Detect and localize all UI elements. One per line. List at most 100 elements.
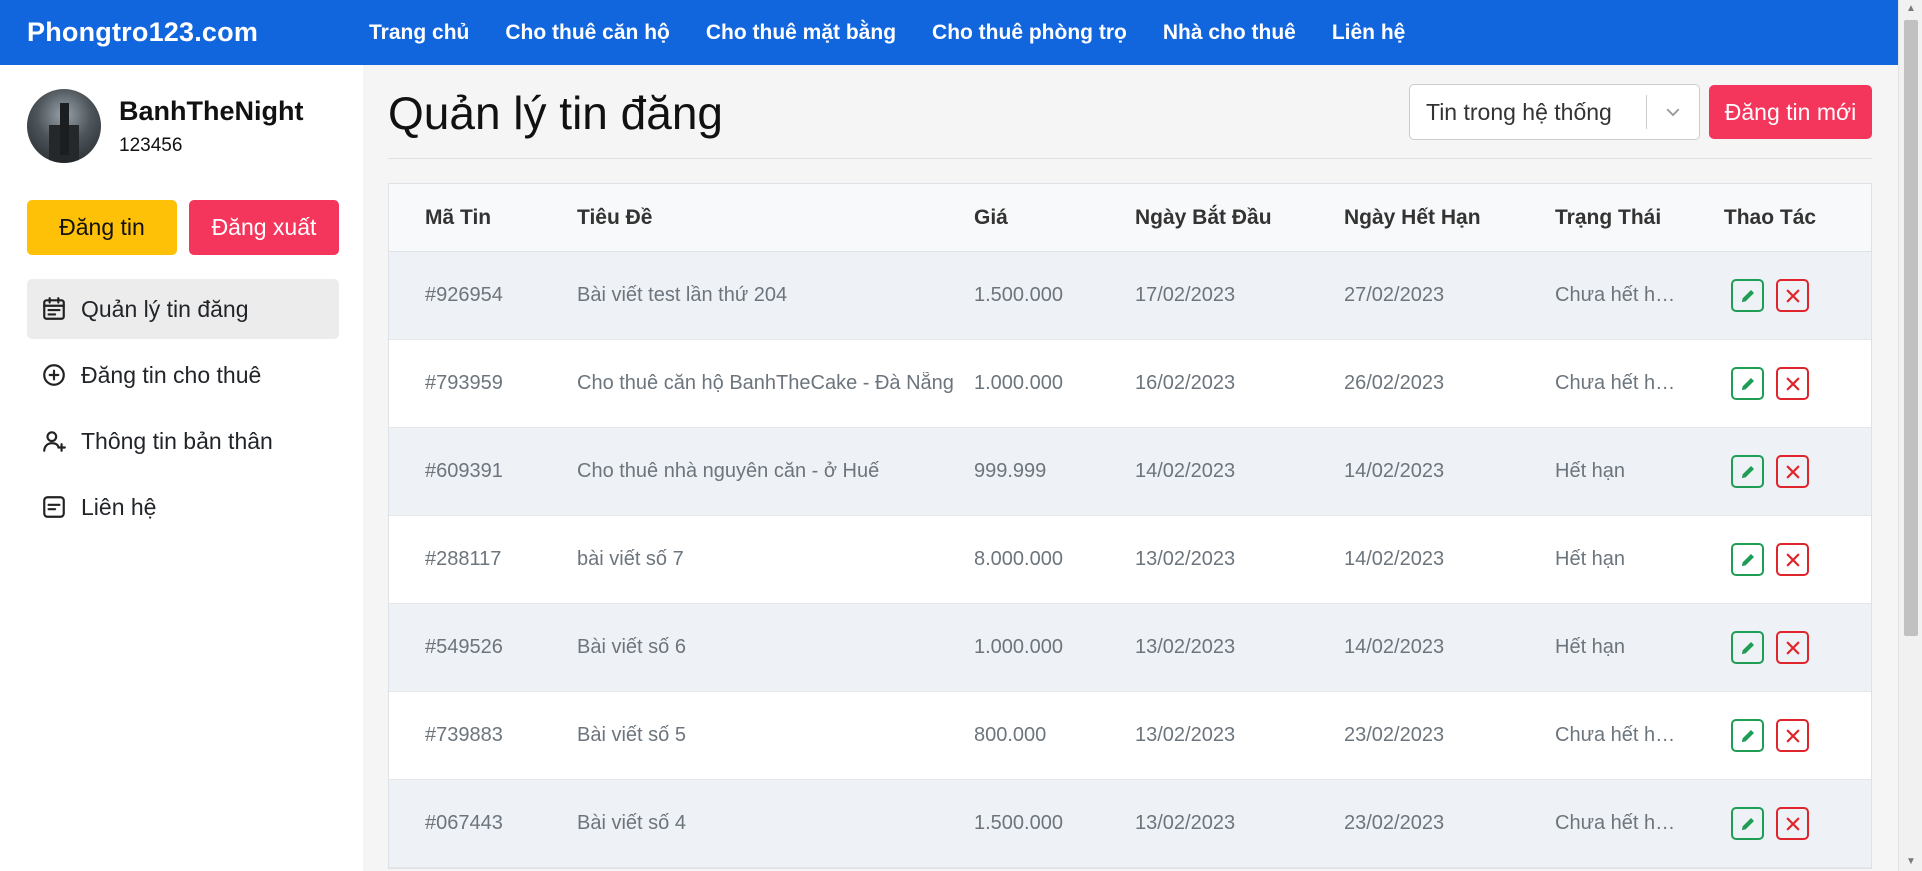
table-body: #926954 Bài viết test lần thứ 204 1.500.… <box>389 252 1871 868</box>
top-navbar: Phongtro123.com Trang chủ Cho thuê căn h… <box>0 0 1898 65</box>
edit-button[interactable] <box>1731 279 1764 312</box>
pencil-icon <box>1741 553 1754 566</box>
cell-status: Chưa hết hạn <box>1555 724 1677 746</box>
edit-button[interactable] <box>1731 543 1764 576</box>
post-filter-value: Tin trong hệ thống <box>1426 98 1612 125</box>
cell-start-date: 13/02/2023 <box>1135 548 1236 570</box>
cell-end-date: 14/02/2023 <box>1344 548 1445 570</box>
table-row: #793959 Cho thuê căn hộ BanhTheCake - Đà… <box>389 340 1871 428</box>
cell-end-date: 14/02/2023 <box>1344 460 1445 482</box>
cell-actions <box>1700 631 1840 664</box>
sidebar-item-manage-posts[interactable]: Quản lý tin đăng <box>27 279 339 339</box>
nav-link-apartments[interactable]: Cho thuê căn hộ <box>505 21 670 45</box>
cell-id: #739883 <box>425 724 503 746</box>
cell-title: Cho thuê nhà nguyên căn - ở Huế <box>577 460 880 482</box>
delete-button[interactable] <box>1776 455 1809 488</box>
sidebar-item-profile[interactable]: Thông tin bản thân <box>27 411 339 471</box>
edit-button[interactable] <box>1731 719 1764 752</box>
pencil-icon <box>1741 289 1754 302</box>
new-post-button[interactable]: Đăng tin mới <box>1709 85 1872 139</box>
calendar-icon <box>43 297 65 320</box>
sidebar-item-new-post[interactable]: Đăng tin cho thuê <box>27 345 339 405</box>
cell-end-date: 27/02/2023 <box>1344 284 1445 306</box>
cell-status: Hết hạn <box>1555 548 1626 570</box>
sidebar-menu: Quản lý tin đăng Đăng tin cho thuê Thông… <box>27 279 339 543</box>
delete-button[interactable] <box>1776 631 1809 664</box>
post-button[interactable]: Đăng tin <box>27 200 177 255</box>
scroll-down-arrow-icon[interactable]: ▼ <box>1899 853 1922 871</box>
cell-end-date: 14/02/2023 <box>1344 636 1445 658</box>
user-plus-icon <box>43 431 66 452</box>
close-icon <box>1786 553 1799 566</box>
cell-id: #926954 <box>425 284 503 306</box>
close-icon <box>1786 377 1799 390</box>
edit-button[interactable] <box>1731 367 1764 400</box>
header-title: Tiêu Đề <box>577 205 653 229</box>
close-icon <box>1786 729 1799 742</box>
cell-start-date: 13/02/2023 <box>1135 724 1236 746</box>
cell-id: #609391 <box>425 460 503 482</box>
edit-button[interactable] <box>1731 807 1764 840</box>
plus-circle-icon <box>43 364 65 386</box>
header-price: Giá <box>974 205 1008 229</box>
edit-button[interactable] <box>1731 631 1764 664</box>
cell-end-date: 26/02/2023 <box>1344 372 1445 394</box>
sidebar-item-contact[interactable]: Liên hệ <box>27 477 339 537</box>
delete-button[interactable] <box>1776 543 1809 576</box>
scroll-up-arrow-icon[interactable]: ▲ <box>1899 0 1922 18</box>
nav-link-home[interactable]: Trang chủ <box>369 21 469 45</box>
sidebar-item-label: Thông tin bản thân <box>81 427 273 454</box>
cell-price: 999.999 <box>974 460 1047 482</box>
nav-link-contact[interactable]: Liên hệ <box>1332 21 1406 45</box>
cell-actions <box>1700 367 1840 400</box>
delete-button[interactable] <box>1776 367 1809 400</box>
cell-title: Bài viết số 5 <box>577 724 686 746</box>
user-profile: BanhTheNight 123456 <box>27 89 303 163</box>
avatar <box>27 89 101 163</box>
brand-logo[interactable]: Phongtro123.com <box>27 17 369 48</box>
header-end-date: Ngày Hết Hạn <box>1344 205 1481 229</box>
cell-id: #549526 <box>425 636 503 658</box>
table-row: #288117 bài viết số 7 8.000.000 13/02/20… <box>389 516 1871 604</box>
nav-link-houses[interactable]: Nhà cho thuê <box>1163 21 1296 45</box>
cell-price: 1.000.000 <box>974 636 1063 658</box>
page-scrollbar[interactable]: ▲ ▼ <box>1898 0 1922 871</box>
nav-link-rooms[interactable]: Cho thuê phòng trọ <box>932 21 1127 45</box>
cell-price: 1.500.000 <box>974 812 1063 834</box>
cell-actions <box>1700 279 1840 312</box>
logout-button[interactable]: Đăng xuất <box>189 200 339 255</box>
cell-end-date: 23/02/2023 <box>1344 812 1445 834</box>
table-row: #926954 Bài viết test lần thứ 204 1.500.… <box>389 252 1871 340</box>
title-divider <box>388 158 1872 159</box>
cell-title: Bài viết test lần thứ 204 <box>577 284 788 306</box>
cell-start-date: 14/02/2023 <box>1135 460 1236 482</box>
nav-links: Trang chủ Cho thuê căn hộ Cho thuê mặt b… <box>369 21 1441 45</box>
delete-button[interactable] <box>1776 807 1809 840</box>
cell-title: Bài viết số 6 <box>577 636 686 658</box>
delete-button[interactable] <box>1776 719 1809 752</box>
page-title: Quản lý tin đăng <box>388 87 724 139</box>
header-start-date: Ngày Bắt Đầu <box>1135 205 1272 229</box>
user-phone: 123456 <box>119 134 183 156</box>
post-filter-select[interactable]: Tin trong hệ thống <box>1409 84 1700 140</box>
nav-link-premises[interactable]: Cho thuê mặt bằng <box>706 21 896 45</box>
chevron-down-icon[interactable] <box>1647 103 1699 121</box>
cell-price: 1.500.000 <box>974 284 1063 306</box>
scrollbar-thumb[interactable] <box>1904 20 1918 636</box>
message-icon <box>43 496 65 518</box>
cell-start-date: 16/02/2023 <box>1135 372 1236 394</box>
pencil-icon <box>1741 817 1754 830</box>
cell-status: Hết hạn <box>1555 460 1626 482</box>
close-icon <box>1786 817 1799 830</box>
cell-id: #067443 <box>425 812 503 834</box>
cell-title: Cho thuê căn hộ BanhTheCake - Đà Nẵng <box>577 372 954 394</box>
cell-actions <box>1700 719 1840 752</box>
cell-title: bài viết số 7 <box>577 548 684 570</box>
cell-actions <box>1700 807 1840 840</box>
edit-button[interactable] <box>1731 455 1764 488</box>
table-header: Mã Tin Tiêu Đề Giá Ngày Bắt Đầu Ngày Hết… <box>389 184 1871 252</box>
delete-button[interactable] <box>1776 279 1809 312</box>
sidebar: BanhTheNight 123456 Đăng tin Đăng xuất Q… <box>0 65 363 871</box>
header-actions: Thao Tác <box>1723 205 1817 229</box>
cell-id: #793959 <box>425 372 503 394</box>
